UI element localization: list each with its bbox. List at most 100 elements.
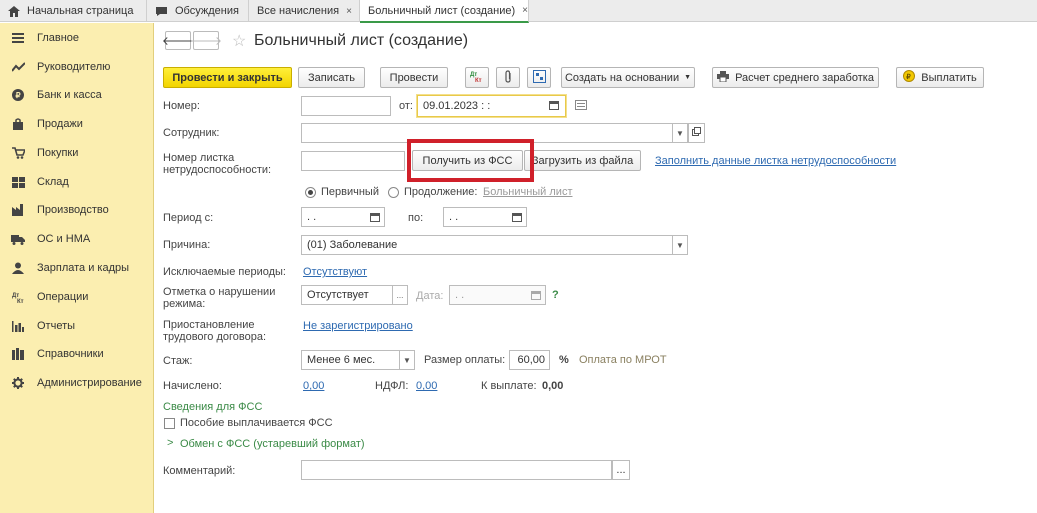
open-employee-button[interactable] bbox=[688, 123, 705, 143]
pay-button[interactable]: ₽ Выплатить bbox=[896, 67, 984, 88]
sheet-number-input[interactable] bbox=[301, 151, 405, 171]
period-to-input[interactable]: . . bbox=[443, 207, 527, 227]
forward-button[interactable]: 🡒 bbox=[190, 31, 222, 50]
structure-icon bbox=[532, 69, 546, 86]
experience-dropdown-button[interactable]: ▼ bbox=[399, 350, 415, 370]
save-button[interactable]: Записать bbox=[298, 67, 365, 88]
reason-select[interactable]: (01) Заболевание ▼ bbox=[301, 235, 688, 255]
sidebar-item-sales[interactable]: Продажи bbox=[0, 114, 154, 134]
fss-pays-checkbox[interactable] bbox=[164, 418, 175, 429]
employee-dropdown-button[interactable]: ▼ bbox=[672, 123, 688, 143]
structure-button[interactable] bbox=[527, 67, 551, 88]
sidebar-item-production[interactable]: Производство bbox=[0, 200, 154, 220]
back-button[interactable]: 🡐 bbox=[162, 31, 194, 50]
sidebar-item-reports[interactable]: Отчеты bbox=[0, 316, 154, 336]
close-icon[interactable]: × bbox=[346, 6, 352, 17]
help-icon[interactable]: ? bbox=[552, 289, 559, 301]
sidebar-item-payroll[interactable]: Зарплата и кадры bbox=[0, 258, 154, 278]
sidebar-item-directories[interactable]: Справочники bbox=[0, 344, 154, 364]
violation-date-label: Дата: bbox=[416, 290, 444, 302]
post-button[interactable]: Провести bbox=[380, 67, 448, 88]
factory-icon bbox=[11, 203, 25, 217]
violation-date-input[interactable]: . . bbox=[449, 285, 546, 305]
svg-text:Кт: Кт bbox=[17, 299, 24, 303]
paperclip-icon bbox=[503, 69, 513, 86]
tab-bar: Начальная страница Обсуждения Все начисл… bbox=[0, 0, 1037, 23]
violation-select-button[interactable]: ... bbox=[392, 285, 408, 305]
sidebar-item-admin[interactable]: Администрирование bbox=[0, 373, 154, 393]
sidebar-item-main[interactable]: Главное bbox=[0, 28, 154, 48]
calendar-icon[interactable] bbox=[531, 290, 541, 303]
sidebar-item-label: Склад bbox=[37, 176, 69, 188]
period-to-value: . . bbox=[449, 211, 459, 223]
favorite-star-icon[interactable]: ☆ bbox=[232, 31, 246, 51]
pay-size-label: Размер оплаты: bbox=[424, 354, 506, 366]
attach-button[interactable] bbox=[496, 67, 520, 88]
cart-icon bbox=[11, 146, 25, 160]
experience-select[interactable]: Менее 6 мес. ▼ bbox=[301, 350, 415, 370]
chevron-down-icon: ▼ bbox=[676, 128, 684, 138]
sidebar-item-label: ОС и НМА bbox=[37, 233, 91, 245]
tab-home[interactable]: Начальная страница bbox=[0, 0, 147, 22]
to-pay-value: 0,00 bbox=[542, 380, 564, 392]
person-icon bbox=[11, 261, 25, 275]
tab-sick-leave[interactable]: Больничный лист (создание) × bbox=[360, 0, 529, 23]
avg-earnings-button[interactable]: Расчет среднего заработка bbox=[712, 67, 879, 88]
tab-all-accruals[interactable]: Все начисления × bbox=[249, 0, 360, 22]
date-input[interactable]: 09.01.2023 : : bbox=[417, 95, 566, 117]
fss-section-title: Сведения для ФСС bbox=[163, 401, 263, 413]
excluded-periods-label: Исключаемые периоды: bbox=[163, 266, 286, 278]
suspension-link[interactable]: Не зарегистрировано bbox=[303, 320, 413, 332]
sidebar-item-label: Отчеты bbox=[37, 320, 76, 332]
employee-label: Сотрудник: bbox=[163, 127, 220, 139]
sidebar-item-warehouse[interactable]: Склад bbox=[0, 172, 154, 192]
ndfl-link[interactable]: 0,00 bbox=[416, 380, 437, 392]
primary-radio[interactable] bbox=[305, 187, 316, 198]
sidebar-item-bank[interactable]: ₽ Банк и касса bbox=[0, 85, 154, 105]
books-icon bbox=[11, 347, 25, 361]
calendar-icon[interactable] bbox=[512, 212, 522, 225]
create-based-on-button[interactable]: Создать на основании ▼ bbox=[561, 67, 695, 88]
close-icon[interactable]: × bbox=[522, 5, 528, 16]
continuation-sick-leave-link[interactable]: Больничный лист bbox=[483, 186, 572, 198]
period-from-input[interactable]: . . bbox=[301, 207, 385, 227]
excluded-periods-link[interactable]: Отсутствуют bbox=[303, 266, 367, 278]
comment-expand-button[interactable]: ... bbox=[612, 460, 630, 480]
tab-label: Обсуждения bbox=[175, 5, 239, 17]
comment-label: Комментарий: bbox=[163, 465, 236, 477]
number-label: Номер: bbox=[163, 100, 200, 112]
comment-input[interactable] bbox=[301, 460, 612, 480]
coin-icon: ₽ bbox=[11, 88, 25, 102]
period-to-label: по: bbox=[408, 212, 424, 224]
sidebar-item-manager[interactable]: Руководителю bbox=[0, 57, 154, 77]
avg-earnings-label: Расчет среднего заработка bbox=[735, 71, 874, 84]
reason-label: Причина: bbox=[163, 239, 211, 251]
fill-sheet-data-link[interactable]: Заполнить данные листка нетрудоспособнос… bbox=[655, 155, 896, 167]
sidebar-item-purchases[interactable]: Покупки bbox=[0, 143, 154, 163]
tab-label: Начальная страница bbox=[27, 5, 134, 17]
sidebar-item-operations[interactable]: Дт Кт Операции bbox=[0, 287, 154, 307]
continuation-radio[interactable] bbox=[388, 187, 399, 198]
load-from-file-button[interactable]: Загрузить из файла bbox=[524, 150, 641, 171]
calendar-icon[interactable] bbox=[549, 100, 559, 113]
violation-value: Отсутствует bbox=[307, 289, 369, 301]
document-form: 🡐 🡒 ☆ Больничный лист (создание) Провест… bbox=[155, 23, 1037, 513]
reason-dropdown-button[interactable]: ▼ bbox=[672, 235, 688, 255]
fss-exchange-toggle[interactable]: Обмен с ФСС (устаревший формат) bbox=[180, 438, 365, 450]
post-and-close-button[interactable]: Провести и закрыть bbox=[163, 67, 292, 88]
accrued-link[interactable]: 0,00 bbox=[303, 380, 324, 392]
calendar-icon[interactable] bbox=[370, 212, 380, 225]
chevron-down-icon: ▼ bbox=[676, 240, 684, 250]
chevron-right-icon[interactable]: > bbox=[167, 437, 173, 449]
page-title: Больничный лист (создание) bbox=[254, 32, 469, 49]
violation-input[interactable]: Отсутствует ... bbox=[301, 285, 408, 305]
number-input[interactable] bbox=[301, 96, 391, 116]
debit-credit-button[interactable]: Дт Кт bbox=[465, 67, 489, 88]
sidebar-item-label: Операции bbox=[37, 291, 89, 303]
comment-lines-icon[interactable] bbox=[575, 100, 587, 113]
svg-text:₽: ₽ bbox=[907, 73, 912, 81]
sidebar-item-fixed-assets[interactable]: ОС и НМА bbox=[0, 229, 154, 249]
tab-discussions[interactable]: Обсуждения bbox=[147, 0, 249, 22]
pay-size-input[interactable]: 60,00 bbox=[509, 350, 550, 370]
period-from-value: . . bbox=[307, 211, 317, 223]
